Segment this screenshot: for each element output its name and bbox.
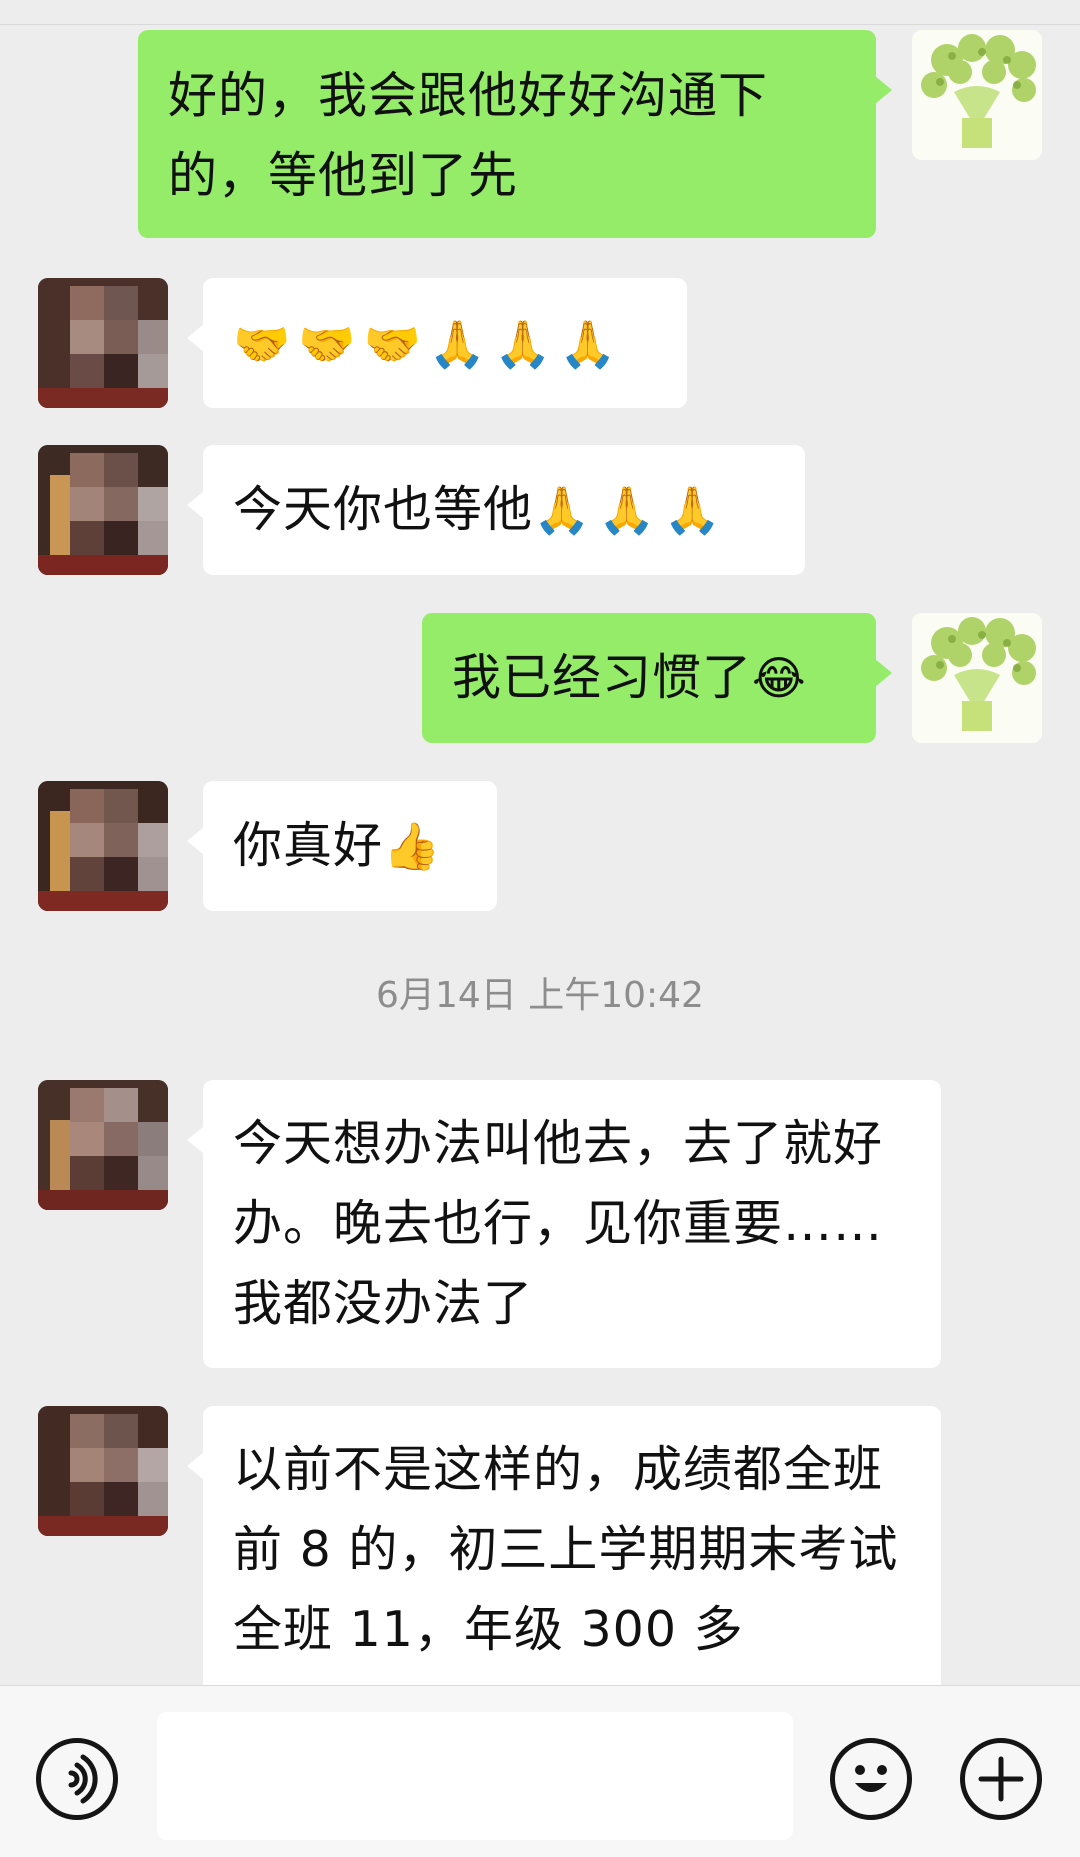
voice-icon [68,1754,98,1804]
message-text: 今天想办法叫他去，去了就好办。晚去也行，见你重要……我都没办法了 [233,1115,884,1332]
plus-icon [978,1756,1024,1802]
timestamp: 6月14日 上午10:42 [376,975,704,1016]
message-text: 你真好 [233,817,384,874]
emoji-laugh-cry: 😂 [752,651,814,705]
avatar-self[interactable] [912,30,1042,160]
avatar-contact[interactable] [38,781,168,911]
message-bubble-contact[interactable]: 今天想办法叫他去，去了就好办。晚去也行，见你重要……我都没办法了 [187,1080,941,1368]
input-toolbar [0,1685,1080,1857]
avatar-contact[interactable] [38,1080,168,1210]
message-bubble-self[interactable]: 我已经习惯了😂 [422,613,892,743]
message-text: 好的，我会跟他好好沟通下的，等他到了先 [168,67,769,204]
message-bubble-contact[interactable]: 🤝🤝🤝🙏🙏🙏 [187,278,687,408]
message-bubble-contact[interactable]: 今天你也等他🙏🙏🙏 [187,445,805,575]
avatar-self[interactable] [912,613,1042,743]
message-text: 以前不是这样的，成绩都全班前 8 的，初三上学期期末考试全班 11，年级 300… [233,1441,899,1658]
emoji-thumbs-up: 👍 [383,819,449,873]
message-bubble-contact[interactable]: 以前不是这样的，成绩都全班前 8 的，初三上学期期末考试全班 11，年级 300… [187,1406,941,1685]
avatar-contact[interactable] [38,278,168,408]
message-input[interactable] [157,1712,793,1840]
tree-avatar-icon [912,30,1042,160]
voice-button[interactable] [36,1738,118,1820]
avatar-contact[interactable] [38,1406,168,1536]
message-bubble-self[interactable]: 好的，我会跟他好好沟通下的，等他到了先 [138,30,892,238]
tree-avatar-icon [912,613,1042,743]
emoji-pray: 🙏🙏🙏 [533,483,729,537]
message-text: 今天你也等他 [233,481,534,538]
more-button[interactable] [960,1738,1042,1820]
emoji-button[interactable] [830,1738,912,1820]
emoji-handshake-pray: 🤝🤝🤝🙏🙏🙏 [233,317,625,371]
message-bubble-contact[interactable]: 你真好👍 [187,781,497,911]
avatar-contact[interactable] [38,445,168,575]
divider [0,24,1080,25]
smiley-icon [855,1765,887,1792]
chat-area[interactable]: 好的，我会跟他好好沟通下的，等他到了先 🤝🤝🤝🙏🙏🙏 今天你也等他🙏🙏🙏 我已经… [0,0,1080,1685]
message-text: 我已经习惯了 [452,649,753,706]
